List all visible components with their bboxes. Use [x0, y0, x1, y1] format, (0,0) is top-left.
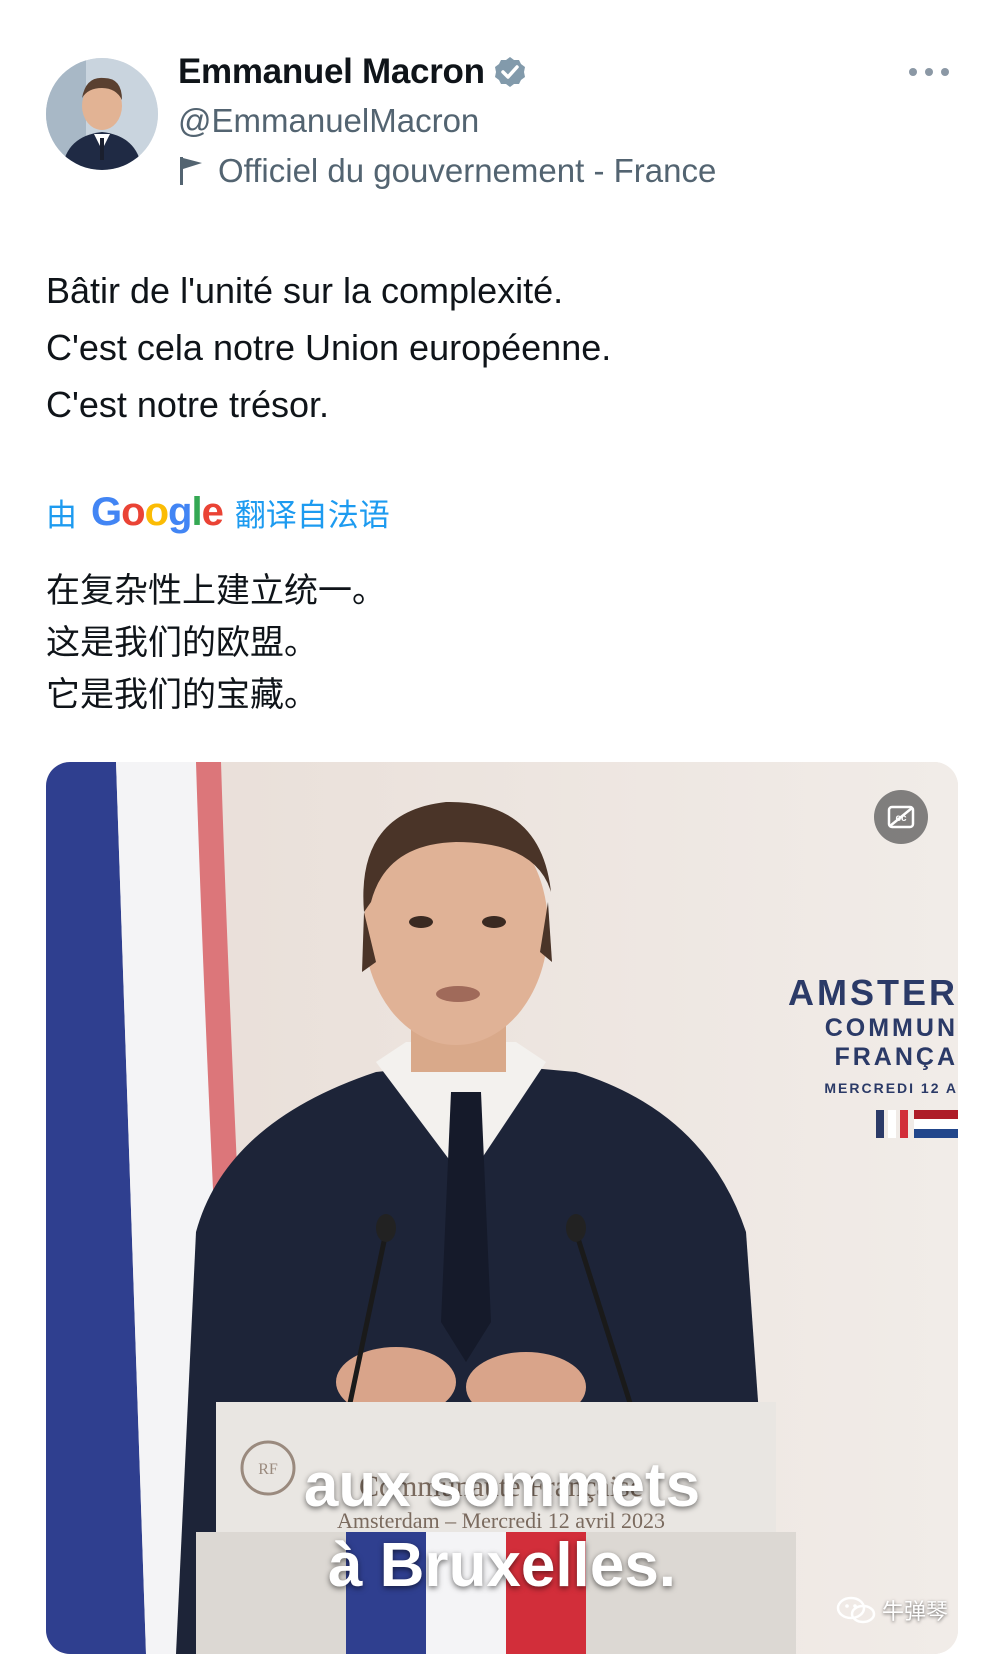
avatar[interactable]: [46, 58, 158, 170]
video-player[interactable]: RF AMSTER COMMUN FRANÇA MERCREDI 12 A Co…: [46, 762, 958, 1654]
affiliation-label: Officiel du gouvernement - France: [178, 152, 716, 190]
more-options-icon[interactable]: [904, 60, 954, 84]
wechat-icon: [836, 1596, 876, 1624]
verified-badge-icon: [494, 57, 525, 87]
sign-date: MERCREDI 12 A: [824, 1080, 958, 1096]
translated-line: 它是我们的宝藏。: [46, 676, 318, 714]
tweet-line: C'est cela notre Union européenne.: [46, 327, 612, 368]
translated-line: 这是我们的欧盟。: [46, 624, 318, 662]
tweet-line: Bâtir de l'unité sur la complexité.: [46, 270, 564, 311]
google-logo: Google: [91, 490, 224, 534]
event-backdrop-sign: AMSTER COMMUN FRANÇA MERCREDI 12 A: [754, 972, 958, 1096]
watermark-text: 牛弹琴: [882, 1599, 949, 1624]
translation-prefix: 由: [46, 498, 77, 533]
translated-line: 在复杂性上建立统一。: [46, 572, 386, 610]
subtitle-line: aux sommets: [303, 1451, 701, 1520]
sign-line: FRANÇA: [834, 1043, 958, 1071]
video-subtitle: aux sommets à Bruxelles.: [46, 1446, 958, 1606]
translation-suffix: 翻译自法语: [234, 498, 390, 533]
translated-text: 在复杂性上建立统一。 这是我们的欧盟。 它是我们的宝藏。: [46, 565, 386, 721]
translation-attribution[interactable]: 由 Google 翻译自法语: [46, 490, 390, 535]
sign-title: AMSTER: [788, 972, 958, 1013]
closed-captions-icon: cc: [887, 805, 915, 829]
flag-icon: [180, 157, 202, 185]
closed-captions-button[interactable]: cc: [874, 790, 928, 844]
affiliation-text: Officiel du gouvernement - France: [218, 152, 717, 189]
tweet-header: Emmanuel Macron @EmmanuelMacron Officiel…: [0, 0, 1000, 220]
sign-line: COMMUN: [824, 1014, 958, 1042]
author-handle[interactable]: @EmmanuelMacron: [178, 102, 479, 140]
tweet-text: Bâtir de l'unité sur la complexité. C'es…: [46, 262, 946, 433]
tweet-line: C'est notre trésor.: [46, 384, 329, 425]
subtitle-line: à Bruxelles.: [327, 1531, 677, 1600]
watermark: 牛弹琴: [836, 1594, 948, 1626]
author-name[interactable]: Emmanuel Macron: [178, 52, 485, 92]
